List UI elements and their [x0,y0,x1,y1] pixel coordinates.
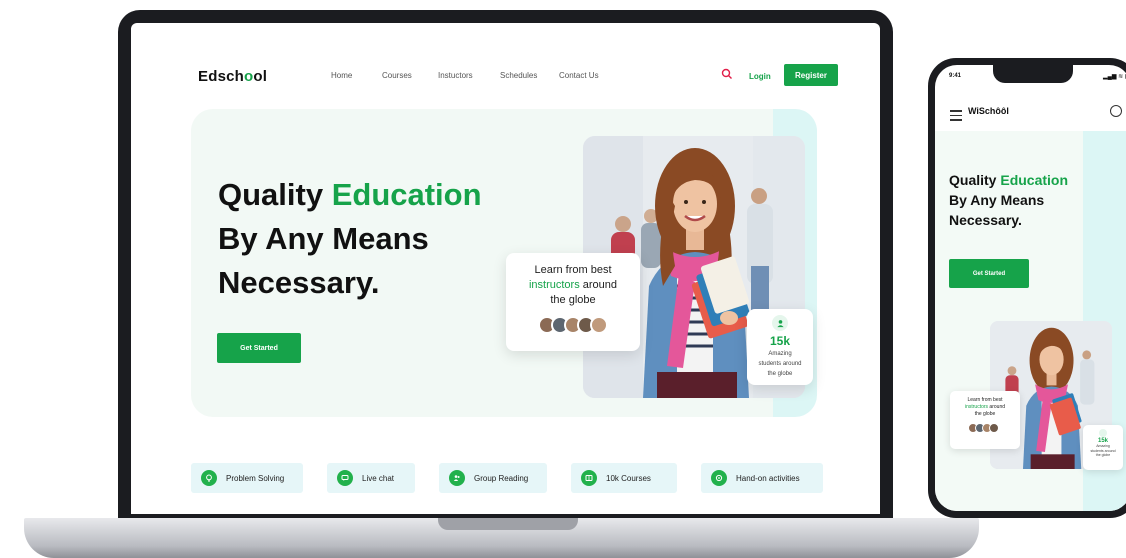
get-started-button[interactable]: Get Started [217,333,301,363]
feature-group-reading[interactable]: Group Reading [439,463,547,493]
feature-problem-solving[interactable]: Problem Solving [191,463,303,493]
phone-hero-title-line3: Necessary. [949,212,1022,228]
phone-hero-title-line2: By Any Means [949,192,1045,208]
hands-icon [711,470,727,486]
students-stat-card: 15k Amazing students around the globe [747,309,813,385]
hero-title-highlight: Education [331,177,482,212]
instructors-card-line1: Learn from best [534,264,612,276]
nav-link-home[interactable]: Home [331,71,352,80]
phone-students-text-line3: the globe [1095,453,1111,457]
feature-live-chat[interactable]: Live chat [327,463,415,493]
laptop-frame: Edschool Home Courses Instuctors Schedul… [118,10,893,520]
logo-prefix: Edsch [198,68,245,85]
feature-label: 10k Courses [606,473,651,483]
phone-status-icons: ▂▄▆ ≋ ▮ [1103,74,1126,80]
phone-notch [993,65,1073,83]
phone-instructors-card-line3: the globe [974,411,996,417]
students-text-line3: the globe [767,371,793,377]
phone-instructors-card: Learn from best instructors around the g… [950,391,1020,449]
instructors-card: Learn from best instructors around the g… [506,253,640,351]
phone-instructors-card-highlight: instructors [964,404,989,410]
avatar [590,316,608,334]
nav-link-contact[interactable]: Contact Us [559,71,599,80]
laptop-hinge-notch [438,518,578,530]
phone-hero-title: Quality Education By Any Means Necessary… [949,170,1068,230]
phone-students-stat-card: 15k Amazing students around the globe [1083,425,1123,470]
students-text-line1: Amazing [768,351,792,357]
laptop-screen: Edschool Home Courses Instuctors Schedul… [131,23,880,514]
avatar [989,423,999,433]
nav-link-schedules[interactable]: Schedules [500,71,537,80]
instructors-card-line2: around [579,279,618,291]
phone-instructors-card-line2: around [988,404,1006,410]
phone-instructor-avatars [950,423,1020,433]
student-icon [772,315,788,331]
top-navigation: Edschool Home Courses Instuctors Schedul… [131,23,880,113]
group-icon [449,470,465,486]
feature-label: Live chat [362,473,395,483]
nav-link-courses[interactable]: Courses [382,71,412,80]
user-icon[interactable] [1110,105,1122,117]
feature-label: Hand-on activities [736,473,800,483]
hero-title: Quality Education By Any Means Necessary… [218,173,482,305]
logo-suffix: ol [253,68,268,85]
register-button[interactable]: Register [784,64,838,86]
search-icon[interactable] [721,68,733,80]
nav-link-instructors[interactable]: Instuctors [438,71,473,80]
phone-student-icon [1099,429,1107,437]
hero-title-part: Quality [218,177,332,212]
phone-instructors-card-line1: Learn from best [967,397,1003,403]
book-icon [581,470,597,486]
instructors-card-line3: the globe [550,294,596,306]
site-logo[interactable]: Edschool [198,68,267,85]
instructor-avatars [506,316,640,334]
phone-hero-title-highlight: Education [1000,172,1069,188]
chat-icon [337,470,353,486]
logo-o: o [244,68,254,85]
phone-logo[interactable]: WiSchôôl [968,106,1009,116]
login-link[interactable]: Login [749,72,771,81]
phone-screen: 9:41 ▂▄▆ ≋ ▮ WiSchôôl Quality Education … [935,65,1126,511]
phone-get-started-button[interactable]: Get Started [949,259,1029,288]
feature-10k-courses[interactable]: 10k Courses [571,463,677,493]
hamburger-menu-icon[interactable] [950,110,962,124]
students-count: 15k [769,334,791,348]
feature-label: Problem Solving [226,473,285,483]
mockup-stage: Edschool Home Courses Instuctors Schedul… [0,0,1126,558]
hero-title-line2: By Any Means [218,221,429,256]
hero-title-line3: Necessary. [218,265,380,300]
feature-hand-on-activities[interactable]: Hand-on activities [701,463,823,493]
phone-status-time: 9:41 [949,73,962,79]
phone-hero-title-part: Quality [949,172,1001,188]
students-text-line2: students around [758,361,802,367]
feature-label: Group Reading [474,473,529,483]
phone-frame: 9:41 ▂▄▆ ≋ ▮ WiSchôôl Quality Education … [928,58,1126,518]
lightbulb-icon [201,470,217,486]
instructors-card-highlight: instructors [528,279,580,291]
